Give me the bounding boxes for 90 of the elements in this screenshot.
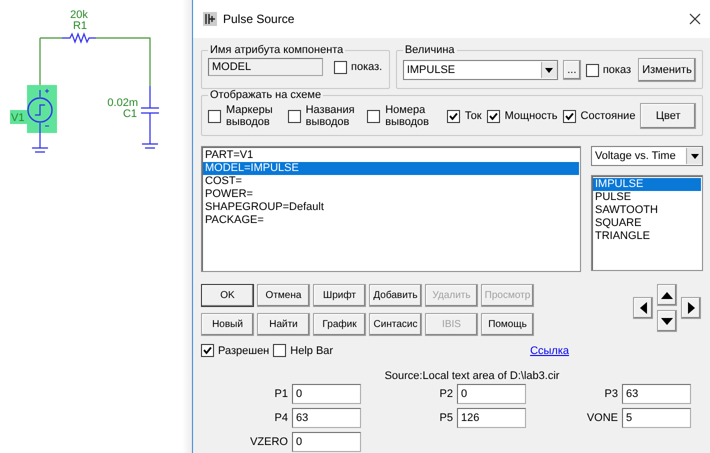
app-icon xyxy=(203,12,217,26)
resistor-name: R1 xyxy=(72,20,88,32)
checkbox[interactable] xyxy=(562,110,576,122)
group-title: Отображать на схеме xyxy=(209,89,322,101)
parameter-field[interactable]: 5 xyxy=(622,408,691,428)
voltage-source-symbol xyxy=(27,88,53,153)
checkbox-label: показ. xyxy=(351,61,382,73)
checkbox-label: Мощность xyxy=(504,110,558,122)
checkbox-label: Маркеры выводов xyxy=(226,104,274,128)
checkbox[interactable] xyxy=(208,110,221,122)
window-title: Pulse Source xyxy=(223,12,294,26)
checkbox-label: Номера выводов xyxy=(385,104,430,128)
checkbox-label: Названия выводов xyxy=(306,104,356,128)
list-item[interactable]: PART=V1 xyxy=(203,149,579,162)
list-item[interactable]: SQUARE xyxy=(593,217,701,230)
checkbox[interactable] xyxy=(273,344,286,357)
dropdown-arrow-icon xyxy=(690,154,698,158)
checkbox-label: Help Bar xyxy=(290,344,334,356)
parameter-label: P5 xyxy=(440,412,453,424)
parameter-field[interactable]: 126 xyxy=(457,408,526,428)
capacitor-name: C1 xyxy=(122,108,137,120)
parameter-label: P3 xyxy=(604,388,618,400)
up-arrow-button[interactable] xyxy=(657,284,677,306)
parameter-label: P1 xyxy=(274,388,288,400)
close-icon[interactable] xyxy=(689,13,701,25)
list-item[interactable]: MODEL=IMPULSE xyxy=(203,162,579,175)
change-button[interactable]: Изменить xyxy=(638,58,696,82)
list-item[interactable]: IMPULSE xyxy=(593,178,701,191)
source-text: Source:Local text area of D:\lab3.cir xyxy=(384,370,560,382)
right-arrow-button[interactable] xyxy=(681,297,701,319)
left-triangle-icon xyxy=(640,302,646,314)
list-item[interactable]: TRIANGLE xyxy=(593,230,701,243)
plot-dropdown[interactable]: Voltage vs. Time xyxy=(591,146,703,166)
parameter-label: VONE xyxy=(586,412,618,424)
dialog-button[interactable]: Отмена xyxy=(257,284,310,307)
checkmark-icon xyxy=(488,112,498,120)
dialog-button[interactable]: Синтасис xyxy=(369,313,422,336)
resistor-value: 20k xyxy=(70,9,88,21)
dialog-button[interactable]: Шрифт xyxy=(313,284,366,307)
checkmark-icon xyxy=(448,112,458,120)
right-triangle-icon xyxy=(688,302,694,314)
checkbox[interactable] xyxy=(586,64,599,76)
checkbox[interactable] xyxy=(486,110,500,122)
dialog-button[interactable]: График xyxy=(313,313,366,336)
down-triangle-icon xyxy=(661,318,673,324)
dialog-button[interactable]: OK xyxy=(201,284,254,307)
parameter-label: P2 xyxy=(440,388,453,400)
checkmark-icon xyxy=(564,112,574,120)
parameter-label: VZERO xyxy=(250,436,288,448)
browse-button[interactable]: ... xyxy=(562,60,581,80)
parameter-field[interactable]: 0 xyxy=(292,432,361,452)
color-button[interactable]: Цвет xyxy=(640,103,696,129)
list-item[interactable]: PACKAGE= xyxy=(203,214,579,227)
left-arrow-button[interactable] xyxy=(633,297,653,319)
checkbox-label: Ток xyxy=(464,110,482,122)
resistor-symbol xyxy=(62,32,96,44)
checkbox[interactable] xyxy=(446,110,460,122)
list-item[interactable]: POWER= xyxy=(203,188,579,201)
parameter-label: P4 xyxy=(274,412,288,424)
group-title: Имя атрибута компонента xyxy=(209,44,344,56)
list-item[interactable]: PULSE xyxy=(593,191,701,204)
parameter-field[interactable]: 0 xyxy=(292,384,361,404)
attribute-name-field[interactable]: MODEL xyxy=(208,58,323,76)
capacitor-value: 0.02m xyxy=(107,97,138,109)
checkbox-label: показ xyxy=(602,64,631,76)
checkbox-label: Состояние xyxy=(580,110,636,122)
list-item[interactable]: SHAPEGROUP=Default xyxy=(203,201,579,214)
parameter-field[interactable]: 63 xyxy=(292,408,361,428)
list-item[interactable]: SAWTOOTH xyxy=(593,204,701,217)
parameter-field[interactable]: 0 xyxy=(457,384,526,404)
dialog-button[interactable]: Найти xyxy=(257,313,310,336)
dropdown-arrow-icon xyxy=(545,68,554,72)
checkmark-icon xyxy=(203,346,212,355)
capacitor-symbol xyxy=(140,85,160,149)
checkbox[interactable] xyxy=(334,60,347,74)
reference-link[interactable]: Ссылка xyxy=(530,344,570,356)
dialog-button[interactable]: Помощь xyxy=(481,313,534,336)
checkbox[interactable] xyxy=(201,344,214,357)
list-item[interactable]: COST= xyxy=(203,175,579,188)
dialog-button[interactable]: Добавить xyxy=(369,284,422,307)
checkbox[interactable] xyxy=(288,110,301,122)
dialog-button[interactable]: Новый xyxy=(201,313,254,336)
down-arrow-button[interactable] xyxy=(657,310,677,332)
checkbox[interactable] xyxy=(367,110,380,122)
parameter-field[interactable]: 63 xyxy=(622,384,691,404)
up-triangle-icon xyxy=(661,292,673,298)
checkbox-label: Разрешен xyxy=(218,344,270,356)
group-title: Величина xyxy=(404,44,456,56)
value-dropdown[interactable]: IMPULSE xyxy=(402,60,558,80)
source-name: V1 xyxy=(11,112,24,124)
